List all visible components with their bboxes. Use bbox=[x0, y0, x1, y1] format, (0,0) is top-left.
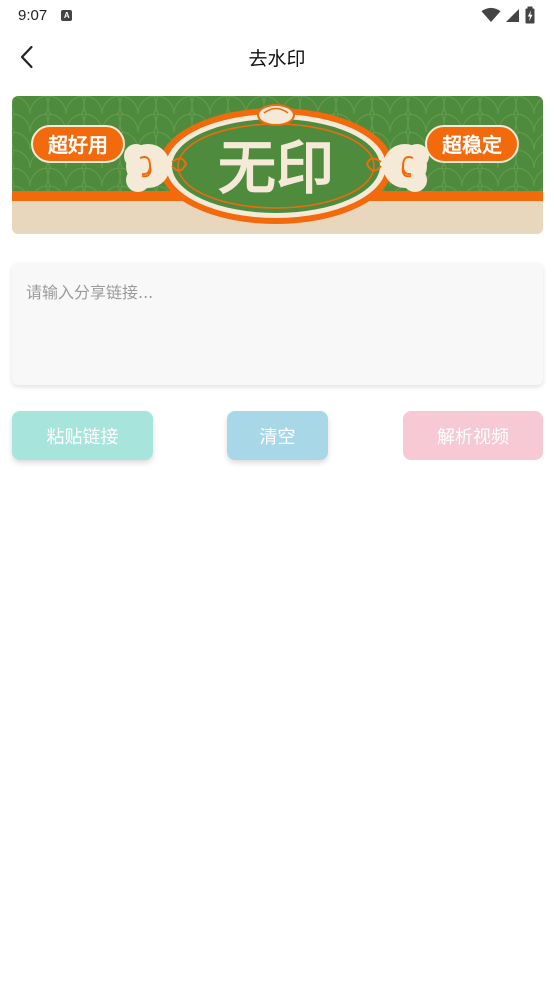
share-link-input[interactable] bbox=[26, 279, 529, 369]
link-input-card bbox=[12, 263, 543, 385]
parse-video-button[interactable]: 解析视频 bbox=[403, 411, 543, 460]
banner-right-tag: 超稳定 bbox=[441, 133, 502, 157]
signal-icon bbox=[506, 8, 519, 22]
back-button[interactable] bbox=[12, 42, 42, 72]
banner-graphic: 超好用 超稳定 无印 bbox=[12, 96, 543, 234]
banner-center-text: 无印 bbox=[218, 134, 334, 202]
wifi-icon bbox=[481, 7, 501, 22]
banner-left-tag: 超好用 bbox=[47, 133, 108, 157]
page-title: 去水印 bbox=[248, 47, 306, 70]
paste-link-button[interactable]: 粘贴链接 bbox=[12, 411, 153, 460]
status-bar: 9:07 A bbox=[0, 0, 554, 30]
battery-icon bbox=[525, 6, 535, 24]
notification-a-icon: A bbox=[61, 9, 73, 21]
app-bar: 去水印 bbox=[0, 30, 554, 84]
status-time: 9:07 bbox=[18, 6, 48, 24]
status-icons bbox=[481, 6, 536, 24]
chevron-left-icon bbox=[20, 45, 33, 69]
clear-button[interactable]: 清空 bbox=[227, 411, 328, 460]
promo-banner: 超好用 超稳定 无印 bbox=[12, 96, 543, 234]
